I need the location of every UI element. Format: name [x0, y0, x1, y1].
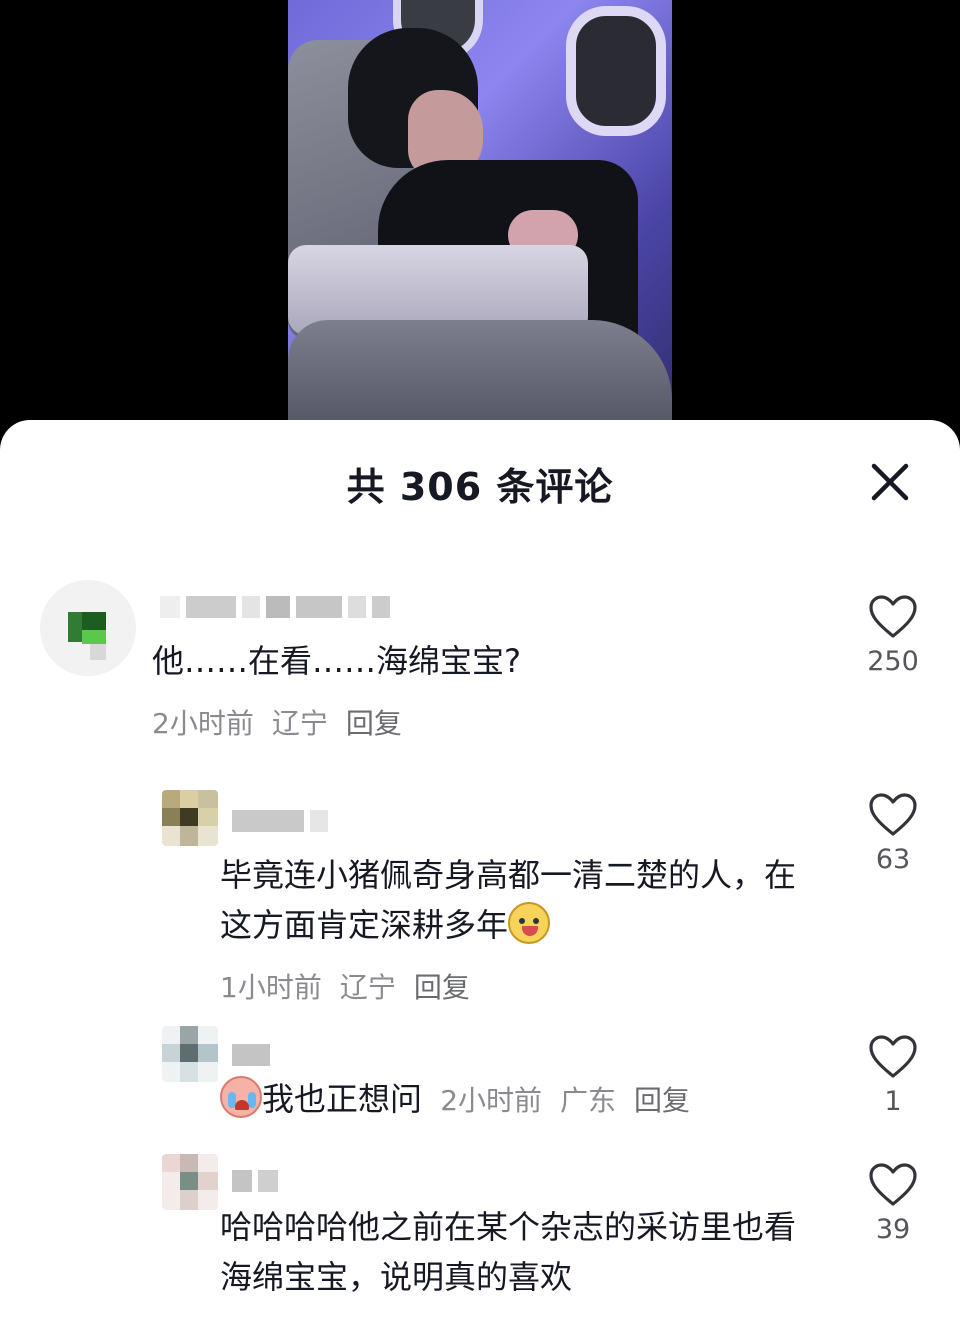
reply-location: 广东 — [560, 1084, 617, 1117]
comment-sheet: 共 306 条评论 他……在看……海绵宝宝? 2小时前 辽宁 回复 250 毕竟… — [0, 420, 960, 1322]
reply-item: 哈哈哈哈他之前在某个杂志的采访里也看海绵宝宝，说明真的喜欢 39 — [0, 1152, 960, 1322]
like-button[interactable]: 250 — [858, 594, 928, 677]
reply-time: 1小时前 — [220, 971, 322, 1004]
comment-text: 他……在看……海绵宝宝? — [152, 642, 521, 680]
reply-meta: 2小时前 广东 回复 — [440, 1076, 690, 1126]
avatar[interactable] — [162, 1154, 218, 1210]
heart-outline-icon — [869, 1163, 917, 1206]
crying-face-emoji — [220, 1076, 262, 1118]
username-obscured[interactable] — [232, 1168, 278, 1194]
heart-outline-icon — [869, 1035, 917, 1078]
reply-button[interactable]: 回复 — [414, 966, 470, 1006]
reply-location: 辽宁 — [339, 971, 396, 1004]
avatar[interactable] — [162, 1026, 218, 1082]
reply-item: 我也正想问 2小时前 广东 回复 1 — [0, 1024, 960, 1134]
like-count: 1 — [884, 1086, 902, 1117]
username-obscured[interactable] — [232, 808, 328, 834]
like-button[interactable]: 39 — [858, 1162, 928, 1245]
airplane-photo — [288, 0, 672, 440]
username-obscured[interactable] — [160, 594, 390, 620]
reply-time: 2小时前 — [440, 1084, 543, 1117]
reply-button[interactable]: 回复 — [346, 702, 402, 742]
avatar[interactable] — [162, 790, 218, 846]
heart-outline-icon — [869, 793, 917, 836]
like-count: 39 — [875, 1214, 911, 1245]
avatar[interactable] — [40, 580, 136, 676]
reply-text: 毕竟连小猪佩奇身高都一清二楚的人，在这方面肯定深耕多年 — [220, 850, 810, 950]
comment-item: 他……在看……海绵宝宝? 2小时前 辽宁 回复 250 — [0, 580, 960, 750]
reply-button[interactable]: 回复 — [634, 1076, 690, 1126]
like-count: 250 — [867, 646, 919, 677]
video-area[interactable] — [0, 0, 960, 440]
username-obscured[interactable] — [232, 1042, 270, 1068]
close-button[interactable] — [862, 454, 918, 510]
reply-text: 我也正想问 — [262, 1080, 423, 1118]
reply-text: 哈哈哈哈他之前在某个杂志的采访里也看海绵宝宝，说明真的喜欢 — [220, 1208, 797, 1296]
comment-time: 2小时前 — [152, 707, 254, 740]
comment-location: 辽宁 — [271, 707, 328, 740]
like-button[interactable]: 63 — [858, 792, 928, 875]
reply-meta: 1小时前 辽宁 回复 — [220, 966, 470, 1006]
reply-line: 我也正想问 2小时前 广东 回复 — [220, 1074, 840, 1126]
reply-item: 毕竟连小猪佩奇身高都一清二楚的人，在这方面肯定深耕多年 1小时前 辽宁 回复 6… — [0, 780, 960, 1004]
reply-text-content: 毕竟连小猪佩奇身高都一清二楚的人，在这方面肯定深耕多年 — [220, 856, 797, 944]
like-count: 63 — [875, 844, 911, 875]
dog-face-emoji — [508, 902, 551, 944]
comment-meta: 2小时前 辽宁 回复 — [152, 702, 402, 742]
like-button[interactable]: 1 — [858, 1034, 928, 1117]
comment-count-title: 共 306 条评论 — [346, 465, 614, 509]
heart-outline-icon — [869, 595, 917, 638]
close-icon — [871, 463, 909, 501]
